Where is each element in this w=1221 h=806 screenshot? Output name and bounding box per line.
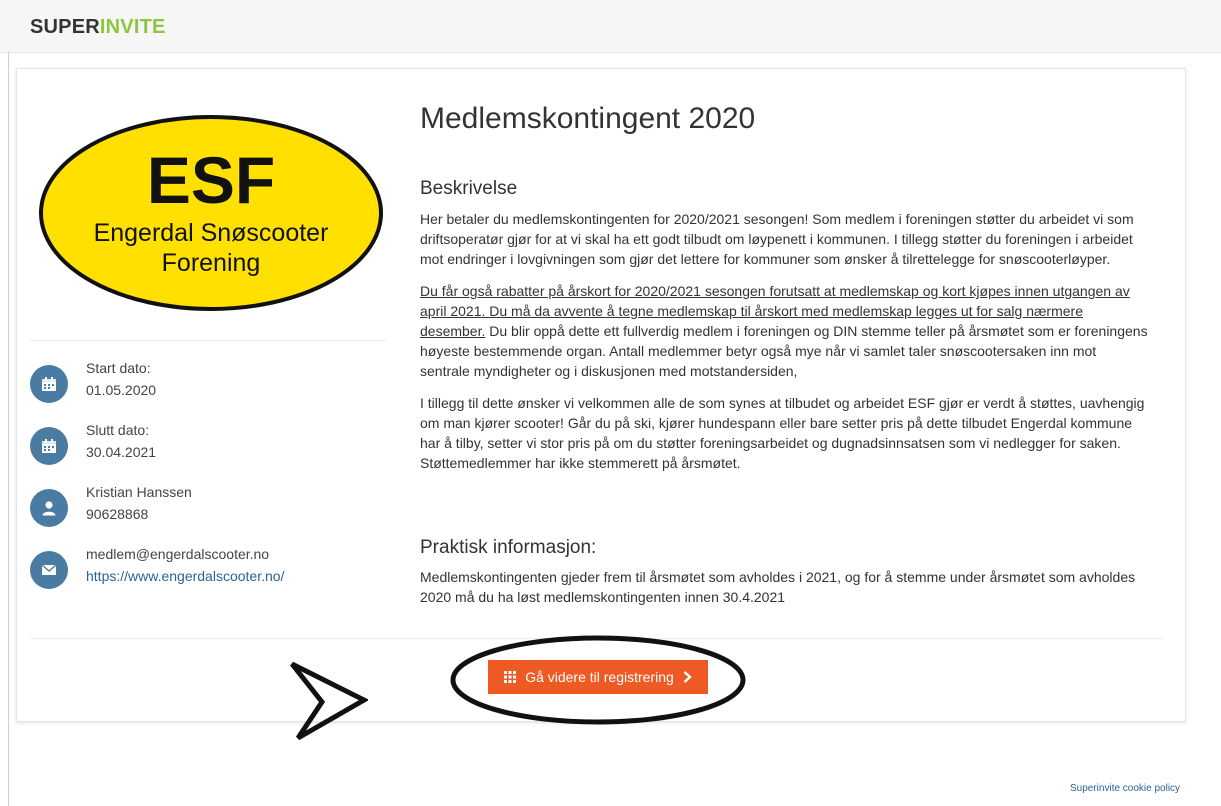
start-date-item: Start dato: 01.05.2020: [30, 360, 390, 408]
text-line: om man kjører scooter! Går du på ski, kj…: [420, 415, 1133, 431]
contact-item: Kristian Hanssen 90628868: [30, 484, 390, 532]
text-line: Støttemedlemmer har ikke stemmerett på å…: [420, 455, 741, 471]
text-line: I tillegg til dette ønsker vi velkommen …: [420, 395, 1145, 411]
text-line-underlined: april 2021. Du må da avvente å tegne med…: [420, 303, 1083, 319]
club-logo-line1: Engerdal Snøscooter: [94, 219, 329, 247]
end-date-label: Slutt dato:: [86, 422, 150, 438]
description-paragraph-2: Du får også rabatter på årskort for 2020…: [420, 281, 1158, 381]
club-logo-line2: Forening: [162, 249, 261, 277]
club-logo: ESF Engerdal Snøscooter Forening: [39, 115, 383, 311]
calendar-icon: [30, 365, 68, 403]
pointer-arrow-annotation: [290, 661, 368, 741]
text-line-underlined: Du får også rabatter på årskort for 2020…: [420, 283, 1130, 299]
calendar-icon: [30, 427, 68, 465]
text-line: Medlemskontingenten gjeder frem til årsm…: [420, 569, 1136, 585]
logo-text-invite: INVITE: [99, 16, 166, 38]
text-line: 2020 må du ha løst medlemskontingenten i…: [420, 589, 786, 605]
start-date-value: 01.05.2020: [86, 382, 157, 398]
logo-text-super: SUPER: [30, 16, 100, 38]
practical-info-text: Medlemskontingenten gjeder frem til årsm…: [420, 567, 1158, 607]
start-date-label: Start dato:: [86, 360, 151, 376]
text-line: driftsoperatør gjør for at vi skal ha et…: [420, 231, 1133, 247]
email-item: medlem@engerdalscooter.no https://www.en…: [30, 546, 390, 594]
practical-info-heading: Praktisk informasjon:: [420, 537, 597, 558]
text-line: Du blir oppå dette ett fullverdig medlem…: [485, 323, 1148, 339]
text-line-underlined: desember.: [420, 323, 486, 339]
contact-name: Kristian Hanssen: [86, 484, 192, 500]
description-heading: Beskrivelse: [420, 178, 518, 199]
text-line: har å tilby, setter vi stor pris på om d…: [420, 435, 1121, 451]
contact-phone: 90628868: [86, 506, 149, 522]
page-title: Medlemskontingent 2020: [420, 102, 756, 135]
user-icon: [30, 489, 68, 527]
text-line: sentrale myndigheter og i diskusjonen me…: [420, 363, 798, 379]
cookie-policy-link[interactable]: Superinvite cookie policy: [1070, 783, 1180, 794]
text-line: mot endringer i lovgivningen som gjør de…: [420, 251, 1111, 267]
envelope-icon: [30, 551, 68, 589]
club-logo-abbr: ESF: [147, 143, 275, 217]
page-left-border: [8, 52, 9, 806]
website-link[interactable]: https://www.engerdalscooter.no/: [86, 568, 284, 584]
highlight-circle-annotation: [450, 635, 746, 725]
email-address: medlem@engerdalscooter.no: [86, 546, 270, 562]
description-paragraph-1: Her betaler du medlemskontingenten for 2…: [420, 209, 1158, 269]
end-date-value: 30.04.2021: [86, 444, 157, 460]
end-date-item: Slutt dato: 30.04.2021: [30, 422, 390, 470]
top-bar: SUPERINVITE: [0, 0, 1221, 53]
text-line: Her betaler du medlemskontingenten for 2…: [420, 211, 1134, 227]
text-line: høyeste bestemmende organ. Antall medlem…: [420, 343, 1097, 359]
sidebar-divider: [30, 340, 386, 341]
superinvite-logo[interactable]: SUPERINVITE: [30, 16, 166, 39]
description-paragraph-3: I tillegg til dette ønsker vi velkommen …: [420, 393, 1158, 473]
